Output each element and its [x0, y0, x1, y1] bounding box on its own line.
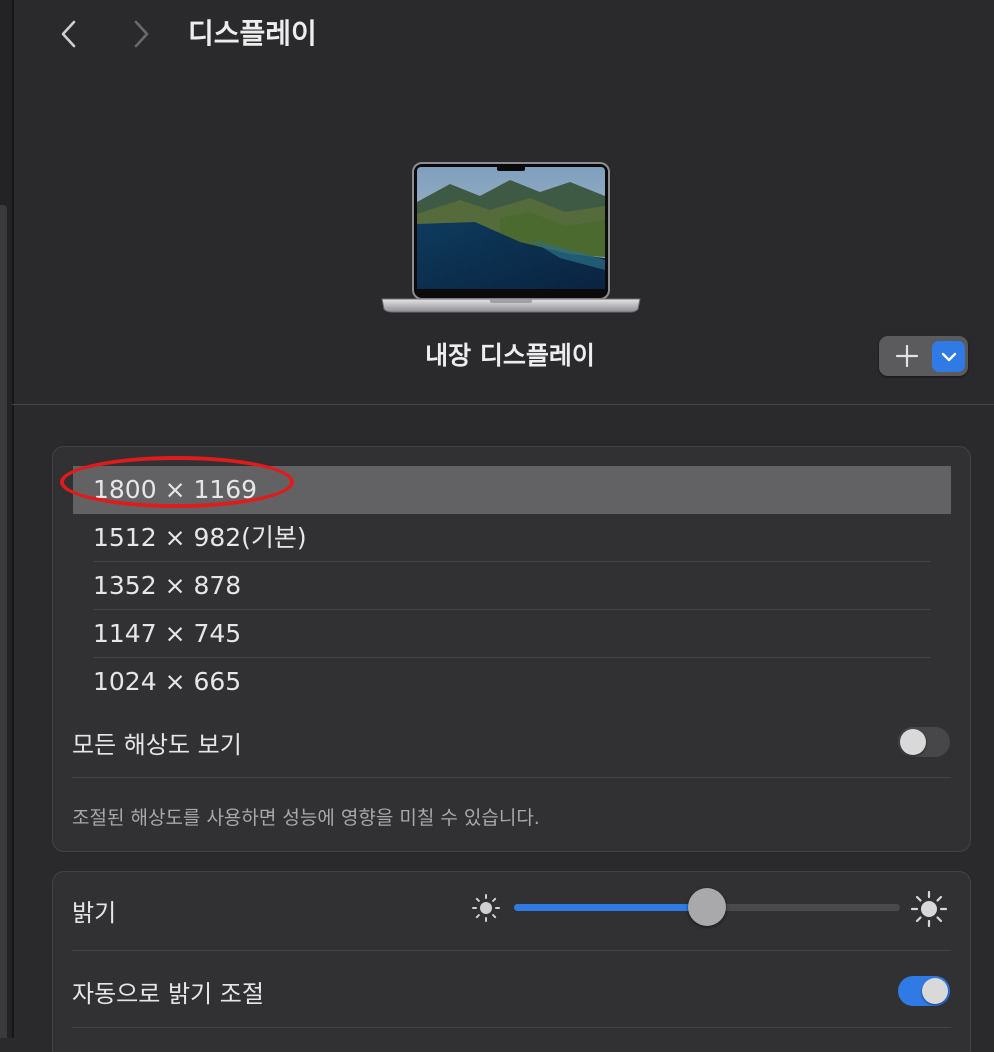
resolution-option-1024x665[interactable]: 1024 × 665	[73, 658, 951, 706]
sun-small-icon	[472, 894, 500, 922]
plus-icon	[895, 344, 919, 368]
chevron-right-icon	[134, 20, 149, 48]
display-menu-button[interactable]	[932, 341, 965, 372]
add-display-button[interactable]	[879, 336, 935, 376]
resolution-label: 1800 × 1169	[93, 475, 258, 504]
toggle-knob	[900, 729, 926, 755]
show-all-resolutions-toggle[interactable]	[898, 727, 950, 757]
auto-brightness-toggle[interactable]	[898, 976, 950, 1006]
resolution-option-1147x745[interactable]: 1147 × 745	[73, 610, 951, 658]
toggle-knob	[922, 978, 948, 1004]
row-separator	[72, 777, 951, 778]
toolbar	[12, 0, 994, 70]
row-separator	[72, 1027, 951, 1028]
scaled-resolution-note: 조절된 해상도를 사용하면 성능에 영향을 미칠 수 있습니다.	[72, 807, 540, 829]
laptop-display-image[interactable]	[380, 162, 642, 316]
show-all-resolutions-label: 모든 해상도 보기	[72, 731, 242, 759]
resolution-panel: 1800 × 1169 1512 × 982(기본) 1352 × 878 11…	[52, 446, 971, 852]
chevron-down-icon	[941, 352, 956, 361]
auto-brightness-label: 자동으로 밝기 조절	[72, 980, 264, 1008]
sun-large-icon	[910, 890, 948, 928]
chevron-left-icon	[61, 20, 76, 48]
resolution-label: 1147 × 745	[93, 619, 242, 648]
resolution-list: 1800 × 1169 1512 × 982(기본) 1352 × 878 11…	[73, 466, 951, 706]
resolution-option-1512x982[interactable]: 1512 × 982(기본)	[73, 514, 951, 562]
brightness-slider-thumb[interactable]	[688, 888, 726, 926]
sidebar-scrollbar[interactable]	[0, 205, 7, 1038]
display-name: 내장 디스플레이	[425, 341, 595, 370]
resolution-option-1352x878[interactable]: 1352 × 878	[73, 562, 951, 610]
resolution-label: 1024 × 665	[93, 667, 242, 696]
resolution-label: 1512 × 982(기본)	[93, 523, 307, 552]
resolution-option-1800x1169[interactable]: 1800 × 1169	[73, 466, 951, 514]
brightness-label: 밝기	[72, 899, 117, 927]
forward-button[interactable]	[124, 14, 158, 54]
resolution-label: 1352 × 878	[93, 571, 242, 600]
row-separator	[72, 950, 951, 951]
back-button[interactable]	[52, 14, 86, 54]
section-divider	[12, 404, 994, 405]
brightness-slider-fill	[514, 904, 707, 911]
brightness-panel: 밝기 자동으로 밝기 조절	[52, 871, 971, 1052]
page-title: 디스플레이	[188, 17, 317, 50]
